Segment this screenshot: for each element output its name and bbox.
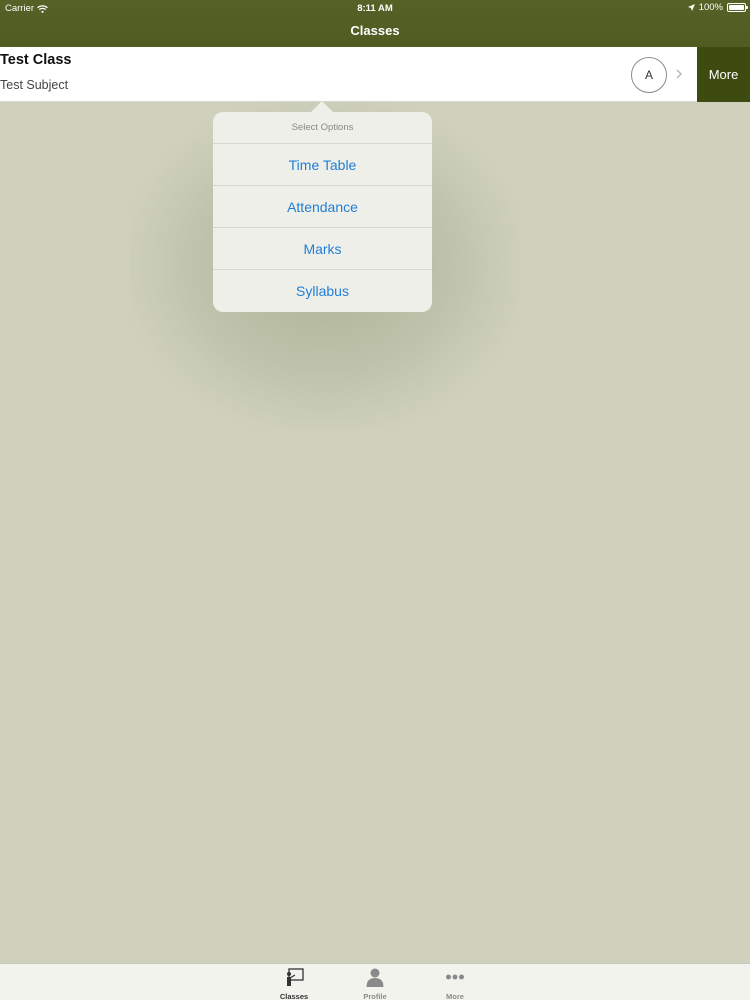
tab-label-more: More	[446, 992, 464, 1000]
battery-fill	[729, 5, 744, 10]
option-time-table[interactable]: Time Table	[213, 144, 432, 186]
location-arrow-icon	[687, 4, 695, 11]
person-icon	[366, 968, 384, 987]
option-marks[interactable]: Marks	[213, 228, 432, 270]
more-button[interactable]: More	[697, 47, 750, 102]
status-bar: Carrier 8:11 AM 100%	[0, 0, 750, 16]
top-bar: Carrier 8:11 AM 100% Classes	[0, 0, 750, 47]
class-row[interactable]: Test Class Test Subject A More	[0, 47, 750, 102]
tab-label-profile: Profile	[363, 992, 387, 1000]
battery-icon	[727, 3, 748, 12]
battery-percent: 100%	[698, 2, 723, 13]
clock: 8:11 AM	[357, 3, 393, 14]
class-subtitle: Test Subject	[0, 78, 69, 92]
screen: Carrier 8:11 AM 100% Classes Test Class …	[0, 0, 750, 1000]
options-popover: Select Options Time Table Attendance Mar…	[213, 112, 432, 312]
tab-more[interactable]: More	[425, 966, 485, 1000]
teacher-board-icon	[287, 968, 304, 986]
popover-header: Select Options	[213, 112, 432, 144]
status-right: 100%	[687, 2, 748, 13]
page-title: Classes	[350, 23, 400, 38]
chevron-right-icon	[676, 69, 682, 79]
ellipsis-icon	[446, 974, 464, 980]
tab-label-classes: Classes	[279, 992, 309, 1000]
popover-arrow	[311, 101, 333, 112]
option-syllabus[interactable]: Syllabus	[213, 270, 432, 312]
option-attendance[interactable]: Attendance	[213, 186, 432, 228]
avatar[interactable]: A	[631, 57, 667, 93]
tab-bar: Classes Profile More	[0, 963, 750, 1000]
class-title: Test Class	[0, 52, 72, 68]
tab-classes[interactable]: Classes	[264, 966, 324, 1000]
tab-profile[interactable]: Profile	[345, 966, 405, 1000]
